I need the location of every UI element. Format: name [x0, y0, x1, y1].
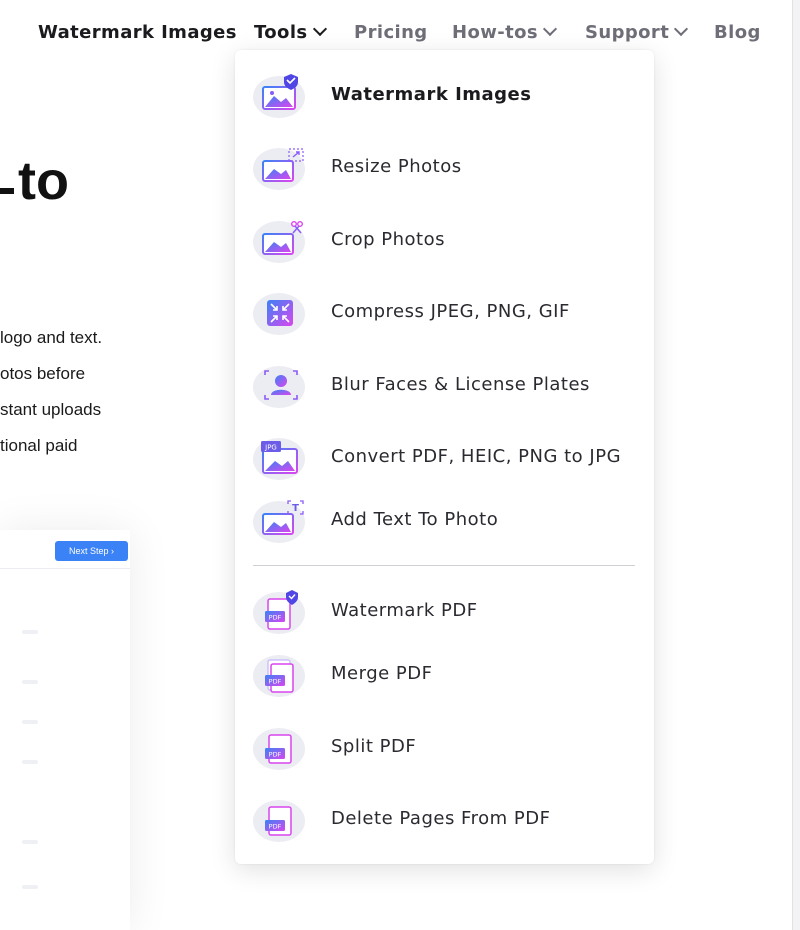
menu-item-split-pdf[interactable]: PDF Split PDF — [235, 719, 654, 775]
chevron-down-icon — [312, 21, 327, 37]
menu-item-delete-pages-pdf[interactable]: PDF Delete Pages From PDF — [235, 791, 654, 847]
nav-howtos-label: How-tos — [452, 22, 539, 43]
jpg-badge-text: JPG — [264, 444, 277, 452]
menu-item-label: Add Text To Photo — [331, 509, 499, 530]
menu-item-label: Resize Photos — [331, 156, 462, 177]
menu-item-label: Watermark Images — [331, 84, 532, 105]
pdf-badge-text: PDF — [269, 751, 282, 759]
pdf-badge-text: PDF — [269, 823, 282, 831]
pdf-badge-text: PDF — [269, 678, 282, 686]
menu-item-crop-photos[interactable]: Crop Photos — [235, 212, 654, 268]
hero-line: tional paid — [0, 436, 78, 455]
title-cut-mark — [0, 187, 14, 194]
nav-blog-link[interactable]: Blog — [714, 18, 761, 48]
preview-placeholder — [22, 760, 38, 764]
delete-pages-pdf-icon: PDF — [253, 800, 305, 842]
watermark-image-icon — [253, 74, 305, 118]
preview-toolbar: Next Step › — [0, 530, 130, 569]
blur-face-icon — [253, 366, 305, 408]
menu-item-add-text[interactable]: T Add Text To Photo — [235, 492, 654, 548]
preview-placeholder — [22, 885, 38, 889]
preview-placeholder — [22, 840, 38, 844]
split-pdf-icon: PDF — [253, 728, 305, 770]
pdf-badge-text: PDF — [269, 614, 282, 622]
crop-photo-icon — [253, 220, 305, 263]
hero-line: otos before — [0, 364, 86, 383]
menu-item-label: Watermark PDF — [331, 600, 478, 621]
menu-item-label: Split PDF — [331, 736, 417, 757]
merge-pdf-icon: PDF — [253, 655, 305, 697]
menu-item-label: Convert PDF, HEIC, PNG to JPG — [331, 446, 622, 467]
hero-title: to — [0, 150, 69, 212]
chevron-down-icon — [674, 21, 689, 37]
hero-line: logo and text. — [0, 328, 103, 347]
menu-item-label: Merge PDF — [331, 663, 433, 684]
menu-item-compress[interactable]: Compress JPEG, PNG, GIF — [235, 284, 654, 340]
hero-line: stant uploads — [0, 400, 102, 419]
menu-item-label: Blur Faces & License Plates — [331, 374, 590, 395]
nav-support-menu[interactable]: Support — [585, 18, 689, 48]
watermark-pdf-icon: PDF — [253, 590, 305, 634]
nav-support-label: Support — [585, 22, 670, 43]
menu-item-watermark-pdf[interactable]: PDF Watermark PDF — [235, 583, 654, 639]
nav-brand-link[interactable]: Watermark Images — [38, 18, 237, 48]
add-text-icon: T — [253, 500, 305, 543]
menu-item-convert-jpg[interactable]: JPG Convert PDF, HEIC, PNG to JPG — [235, 429, 654, 485]
menu-item-merge-pdf[interactable]: PDF Merge PDF — [235, 646, 654, 702]
preview-placeholder — [22, 630, 38, 634]
nav-tools-menu[interactable]: Tools — [254, 18, 327, 48]
tools-dropdown: Watermark Images Resize Photos Crop Phot… — [235, 50, 654, 864]
text-glyph: T — [292, 503, 299, 514]
app-preview: Next Step › — [0, 530, 130, 930]
nav-tools-label: Tools — [254, 22, 308, 43]
preview-placeholder — [22, 720, 38, 724]
menu-divider — [253, 565, 635, 566]
nav-pricing-link[interactable]: Pricing — [354, 18, 428, 48]
menu-item-watermark-images[interactable]: Watermark Images — [235, 67, 654, 123]
hero-title-text: to — [18, 151, 69, 211]
resize-photo-icon — [253, 148, 305, 190]
next-step-button[interactable]: Next Step › — [55, 541, 128, 561]
menu-item-resize-photos[interactable]: Resize Photos — [235, 139, 654, 195]
page-edge — [792, 0, 800, 930]
compress-icon — [253, 293, 305, 335]
menu-item-blur-faces[interactable]: Blur Faces & License Plates — [235, 357, 654, 413]
menu-item-label: Crop Photos — [331, 229, 445, 250]
menu-item-label: Delete Pages From PDF — [331, 808, 551, 829]
convert-jpg-icon: JPG — [253, 438, 305, 480]
nav-howtos-menu[interactable]: How-tos — [452, 18, 558, 48]
menu-item-label: Compress JPEG, PNG, GIF — [331, 301, 570, 322]
chevron-down-icon — [542, 21, 558, 37]
preview-placeholder — [22, 680, 38, 684]
